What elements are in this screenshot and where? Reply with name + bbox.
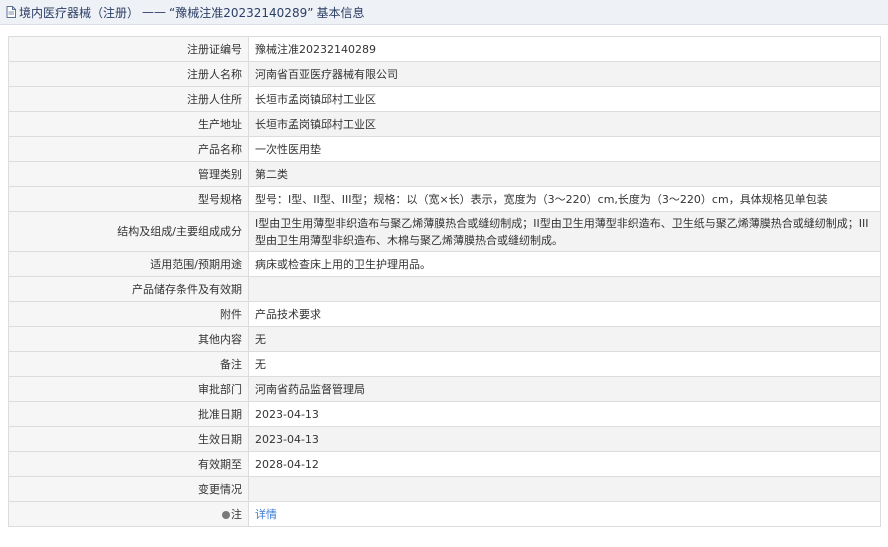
note-value-cell: 详情: [248, 501, 881, 527]
table-row: 注册人名称 河南省百亚医疗器械有限公司: [8, 61, 881, 87]
table-row: 审批部门 河南省药品监督管理局: [8, 376, 881, 402]
row-label: 附件: [8, 301, 249, 327]
row-value: 长垣市孟岗镇邱村工业区: [248, 111, 881, 137]
table-row: 批准日期 2023-04-13: [8, 401, 881, 427]
table-row: 附件 产品技术要求: [8, 301, 881, 327]
info-table: 注册证编号 豫械注准20232140289 注册人名称 河南省百亚医疗器械有限公…: [8, 36, 881, 527]
table-row: 注册证编号 豫械注准20232140289: [8, 36, 881, 62]
row-label: 变更情况: [8, 476, 249, 502]
row-label: 产品名称: [8, 136, 249, 162]
row-label: 型号规格: [8, 186, 249, 212]
row-value: [248, 476, 881, 502]
row-label: 备注: [8, 351, 249, 377]
table-row: 产品名称 一次性医用垫: [8, 136, 881, 162]
row-value: 产品技术要求: [248, 301, 881, 327]
row-label: 注册证编号: [8, 36, 249, 62]
row-label: 其他内容: [8, 326, 249, 352]
row-label: 产品储存条件及有效期: [8, 276, 249, 302]
table-row: 注册人住所 长垣市孟岗镇邱村工业区: [8, 86, 881, 112]
table-row: 产品储存条件及有效期: [8, 276, 881, 302]
note-row: 注 详情: [8, 501, 881, 527]
row-label: 有效期至: [8, 451, 249, 477]
row-value: 长垣市孟岗镇邱村工业区: [248, 86, 881, 112]
note-label: 注: [231, 507, 242, 521]
row-label: 适用范围/预期用途: [8, 251, 249, 277]
row-value: 河南省药品监督管理局: [248, 376, 881, 402]
table-row: 管理类别 第二类: [8, 161, 881, 187]
row-value: 2023-04-13: [248, 401, 881, 427]
row-value: 病床或检查床上用的卫生护理用品。: [248, 251, 881, 277]
row-label: 生产地址: [8, 111, 249, 137]
row-label: 注册人名称: [8, 61, 249, 87]
table-row: 变更情况: [8, 476, 881, 502]
table-row: 有效期至 2028-04-12: [8, 451, 881, 477]
row-value: 无: [248, 326, 881, 352]
table-row: 结构及组成/主要组成成分 I型由卫生用薄型非织造布与聚乙烯薄膜热合或缝纫制成；I…: [8, 211, 881, 252]
row-value: [248, 276, 881, 302]
row-value: 无: [248, 351, 881, 377]
row-label: 结构及组成/主要组成成分: [8, 211, 249, 252]
table-row: 生效日期 2023-04-13: [8, 426, 881, 452]
row-label: 管理类别: [8, 161, 249, 187]
row-value: 2028-04-12: [248, 451, 881, 477]
header-separator: ——: [142, 5, 167, 19]
note-label-cell: 注: [8, 501, 249, 527]
row-label: 审批部门: [8, 376, 249, 402]
header-suffix: 基本信息: [316, 5, 365, 20]
row-value: 2023-04-13: [248, 426, 881, 452]
page-header: 境内医疗器械（注册） —— “豫械注准20232140289” 基本信息: [0, 0, 888, 25]
row-value: 第二类: [248, 161, 881, 187]
table-row: 适用范围/预期用途 病床或检查床上用的卫生护理用品。: [8, 251, 881, 277]
details-link[interactable]: 详情: [255, 508, 277, 521]
table-row: 其他内容 无: [8, 326, 881, 352]
row-value: 豫械注准20232140289: [248, 36, 881, 62]
table-row: 生产地址 长垣市孟岗镇邱村工业区: [8, 111, 881, 137]
row-value: 一次性医用垫: [248, 136, 881, 162]
table-row: 型号规格 型号：I型、II型、III型；规格：以（宽×长）表示，宽度为（3～22…: [8, 186, 881, 212]
note-dot-icon: [222, 510, 230, 519]
row-label: 注册人住所: [8, 86, 249, 112]
header-category: 境内医疗器械（注册）: [19, 5, 140, 20]
row-label: 生效日期: [8, 426, 249, 452]
row-label: 批准日期: [8, 401, 249, 427]
table-row: 备注 无: [8, 351, 881, 377]
document-icon: [6, 6, 16, 18]
row-value: I型由卫生用薄型非织造布与聚乙烯薄膜热合或缝纫制成；II型由卫生用薄型非织造布、…: [248, 211, 881, 252]
row-value: 型号：I型、II型、III型；规格：以（宽×长）表示，宽度为（3～220）cm,…: [248, 186, 881, 212]
row-value: 河南省百亚医疗器械有限公司: [248, 61, 881, 87]
header-record-title: “豫械注准20232140289”: [169, 5, 314, 20]
